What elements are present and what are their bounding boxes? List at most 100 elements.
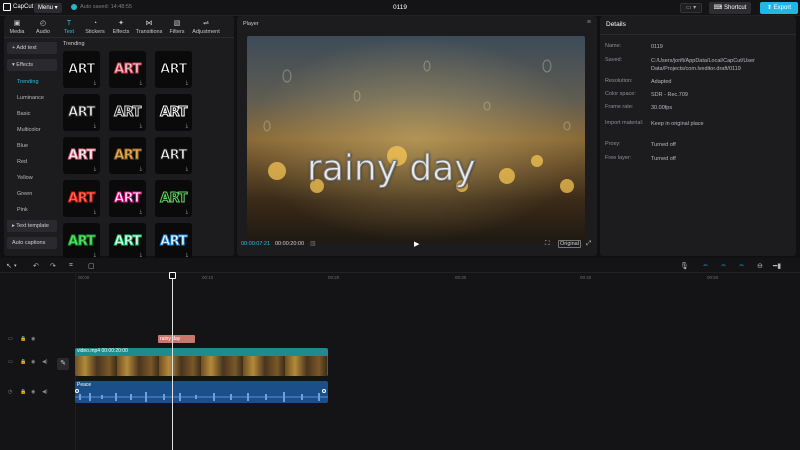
tab-transitions[interactable]: ⋈ Transitions xyxy=(134,16,164,38)
zoom-out-icon[interactable]: ⊖ xyxy=(757,262,763,270)
tab-media[interactable]: ▣ Media xyxy=(4,16,30,38)
adjustment-icon: ⇌ xyxy=(203,19,209,27)
tab-text[interactable]: T Text xyxy=(56,16,82,38)
playhead[interactable] xyxy=(172,274,173,450)
fullscreen-icon[interactable]: ⤢ xyxy=(586,240,591,248)
sidebar-item-yellow[interactable]: Yellow xyxy=(7,172,57,184)
crop-icon[interactable]: ⛶ xyxy=(545,240,550,248)
magnet-icon[interactable]: ⇔ xyxy=(702,262,709,269)
sidebar-item-red[interactable]: Red xyxy=(7,156,57,168)
delete-icon[interactable]: ▢ xyxy=(88,262,95,270)
cover-edit-icon[interactable]: ✎ xyxy=(57,358,69,370)
undo-icon[interactable]: ↶ xyxy=(33,262,39,270)
sidebar-item-basic[interactable]: Basic xyxy=(7,108,57,120)
preview-axis-icon[interactable]: ⇔ xyxy=(738,262,745,269)
text-effect-card[interactable]: ART ⤓ xyxy=(109,223,146,260)
download-icon[interactable]: ⤓ xyxy=(186,209,188,215)
sidebar-item-pink[interactable]: Pink xyxy=(7,204,57,216)
download-icon[interactable]: ⤓ xyxy=(94,166,96,172)
detail-value: Adapted xyxy=(651,79,672,85)
lock-icon[interactable]: 🔒 xyxy=(20,336,26,342)
overlay-text[interactable]: rainy day xyxy=(307,148,477,190)
menu-button[interactable]: Menu ▾ xyxy=(34,3,62,13)
text-effect-card[interactable]: ART ⤓ xyxy=(63,94,100,131)
export-button[interactable]: ⬆ Export xyxy=(760,2,798,14)
audio-clip[interactable]: Peace xyxy=(75,381,328,403)
download-icon[interactable]: ⤓ xyxy=(94,123,96,129)
play-icon[interactable]: ▶ xyxy=(414,240,419,248)
download-icon[interactable]: ⤓ xyxy=(186,80,188,86)
lock-icon[interactable]: 🔒 xyxy=(20,359,26,365)
microphone-icon[interactable]: 🎙 xyxy=(680,262,689,270)
tab-effects[interactable]: ✦ Effects xyxy=(108,16,134,38)
text-effect-card[interactable]: ART ⤓ xyxy=(155,94,192,131)
assets-panel: ▣ Media ◴ Audio T Text ◔ Stickers ✦ Effects ⋈… xyxy=(4,16,234,260)
text-effect-card[interactable]: ART ⤓ xyxy=(109,94,146,131)
text-effect-card[interactable]: ART ⤓ xyxy=(109,51,146,88)
sidebar-item-luminance[interactable]: Luminance xyxy=(7,92,57,104)
tab-audio[interactable]: ◴ Audio xyxy=(30,16,56,38)
download-icon[interactable]: ⤓ xyxy=(140,166,142,172)
sidebar-effects[interactable]: ▾ Effects xyxy=(7,59,57,71)
sidebar-item-blue[interactable]: Blue xyxy=(7,140,57,152)
video-clip[interactable]: video.mp4 00:00:20:00 xyxy=(75,348,328,376)
text-effect-card[interactable]: ART ⤓ xyxy=(155,223,192,260)
text-effect-card[interactable]: ART ⤓ xyxy=(109,137,146,174)
download-icon[interactable]: ⤓ xyxy=(186,166,188,172)
eye-icon[interactable]: ◉ xyxy=(31,389,35,395)
menu-label: Menu xyxy=(38,5,54,11)
category-tabs: ▣ Media ◴ Audio T Text ◔ Stickers ✦ Effects ⋈… xyxy=(4,16,234,38)
text-effect-card[interactable]: ART ⤓ xyxy=(63,223,100,260)
video-preview[interactable] xyxy=(247,36,585,242)
sidebar-text-template[interactable]: ▸ Text template xyxy=(7,220,57,232)
text-clip[interactable]: rainy day xyxy=(158,335,195,343)
text-effect-card[interactable]: ART ⤓ xyxy=(63,51,100,88)
download-icon[interactable]: ⤓ xyxy=(140,80,142,86)
tab-label: Transitions xyxy=(135,28,163,35)
eye-icon[interactable]: ◉ xyxy=(31,336,35,342)
volume-icon[interactable]: ◀) xyxy=(42,359,48,365)
redo-icon[interactable]: ↷ xyxy=(50,262,56,270)
download-icon[interactable]: ⤓ xyxy=(140,209,142,215)
timecode-icon[interactable]: ▥ xyxy=(310,240,316,247)
original-ratio-button[interactable]: Original xyxy=(558,240,581,248)
lock-icon[interactable]: 🔒 xyxy=(20,389,26,395)
download-icon[interactable]: ⤓ xyxy=(140,123,142,129)
download-icon[interactable]: ⤓ xyxy=(94,80,96,86)
select-tool-icon[interactable]: ↖ xyxy=(6,262,12,270)
sidebar-item-multicolor[interactable]: Multicolor xyxy=(7,124,57,136)
tab-stickers[interactable]: ◔ Stickers xyxy=(82,16,108,38)
text-effect-card[interactable]: ART ⤓ xyxy=(155,137,192,174)
text-effect-card[interactable]: ART ⤓ xyxy=(63,180,100,217)
playhead-handle[interactable] xyxy=(169,272,176,279)
hamburger-icon[interactable]: ≡ xyxy=(587,19,591,26)
split-icon[interactable]: ⌗ xyxy=(69,262,73,270)
app-name: CapCut xyxy=(13,4,34,10)
text-effect-card[interactable]: ART ⤓ xyxy=(109,180,146,217)
tab-adjustment[interactable]: ⇌ Adjustment xyxy=(190,16,222,38)
detail-value: SDR - Rec.709 xyxy=(651,92,688,98)
shortcut-button[interactable]: ⌨ Shortcut xyxy=(709,2,751,14)
sidebar-item-trending[interactable]: Trending xyxy=(7,76,57,88)
volume-icon[interactable]: ◀) xyxy=(42,389,48,395)
layout-button[interactable]: ▭ ▾ xyxy=(680,3,702,13)
cloud-icon xyxy=(71,4,77,10)
download-icon[interactable]: ⤓ xyxy=(94,209,96,215)
sidebar-add-text[interactable]: + Add text xyxy=(7,42,57,54)
text-effect-card[interactable]: ART ⤓ xyxy=(155,180,192,217)
link-icon[interactable]: ⇔ xyxy=(720,262,727,269)
text-effect-card[interactable]: ART ⤓ xyxy=(63,137,100,174)
chevron-down-icon[interactable]: ▾ xyxy=(14,263,17,269)
ruler-tick: 00:00 xyxy=(78,275,90,280)
zoom-slider[interactable]: ━▮ xyxy=(773,262,781,270)
sidebar-auto-captions[interactable]: Auto captions xyxy=(7,237,57,249)
tab-filters[interactable]: ▧ Filters xyxy=(164,16,190,38)
grid-heading: Trending xyxy=(63,41,85,47)
keyframe-end[interactable] xyxy=(322,389,326,393)
text-effect-card[interactable]: ART ⤓ xyxy=(155,51,192,88)
download-icon[interactable]: ⤓ xyxy=(186,123,188,129)
time-ruler[interactable]: 00:00 00:10 00:20 00:30 00:40 00:50 xyxy=(76,273,800,283)
sidebar-item-green[interactable]: Green xyxy=(7,188,57,200)
keyframe-start[interactable] xyxy=(75,389,79,393)
eye-icon[interactable]: ◉ xyxy=(31,359,35,365)
